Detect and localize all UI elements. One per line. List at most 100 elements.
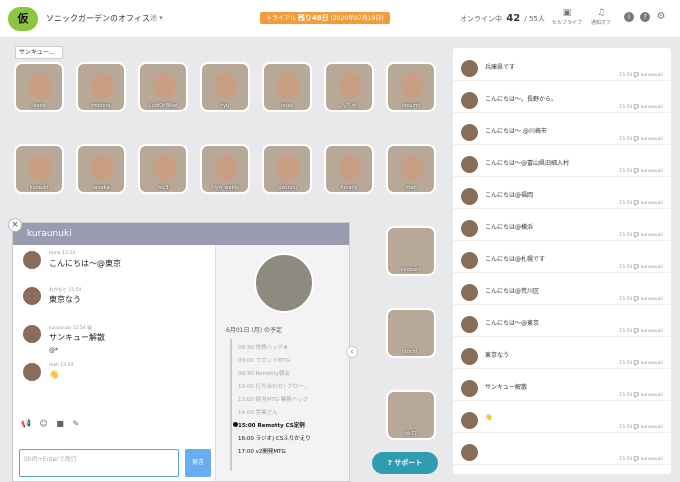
member-tile[interactable]: modera [76,62,126,112]
table-row[interactable]: こんにちは@横浜 15:54 💬 kuraunuki [453,216,671,241]
send-button[interactable]: 発言 [185,449,211,477]
schedule-item[interactable]: 09:30 Remotty朝会 [238,369,290,377]
chevron-left-icon[interactable]: ‹ [346,346,358,358]
table-row[interactable]: こんにちは@荒川区 15:54 💬 kuraunuki [453,280,671,305]
member-name: kurauki [29,185,49,191]
megaphone-icon[interactable]: 📢 [21,419,31,428]
current-dot-icon [233,422,238,427]
member-tile[interactable]: LudiOrWise [138,62,188,112]
video-icon[interactable]: ■ [56,419,64,428]
chat-text: こんにちは〜 @川崎市 [485,128,547,135]
avatar [29,73,51,99]
attach-icon[interactable]: ✎ [73,419,80,428]
info-icon[interactable]: i [624,12,634,22]
avatar [461,92,478,109]
member-name: hiyo_wakki [211,185,239,191]
message-text: こんにちは〜@東京 [49,259,121,268]
schedule-item[interactable]: 08:30 常務ハック★ [238,343,288,351]
table-row[interactable]: こんにちは〜@東京 15:54 💬 kuraunuki [453,312,671,337]
schedule-item[interactable]: 14:00 営業さん [238,408,278,416]
avatar [23,251,41,269]
member-name: tanaka [92,185,110,191]
member-tile[interactable]: tetsu [262,62,312,112]
member-name: tetsu [280,103,294,109]
member-tile[interactable]: kurauki [14,144,64,194]
schedule-item[interactable]: 17:00 v2開発MTG [238,447,286,455]
chat-meta: 15:54 💬 kuraunuki [619,297,663,302]
member-tile[interactable]: sinotaro [386,226,436,276]
member-tile[interactable]: mc3 [138,144,188,194]
room-toolbar: 📢 ☺ ■ ✎ [21,419,85,428]
avatar [461,348,478,365]
schedule-item[interactable]: 09:00 フロントMTG [238,356,290,364]
member-tile[interactable]: tanaka [76,144,126,194]
member-name: mah [405,185,417,191]
member-tile[interactable]: hiyo_wakki [200,144,250,194]
table-row[interactable]: 東京なう 15:54 💬 kuraunuki [453,344,671,369]
notify-off-label: 通知オフ [590,20,611,26]
member-tile[interactable]: しんちゃん [324,62,374,112]
table-row[interactable]: 兵庫県です 15:54 💬 kuraunuki [453,56,671,81]
member-name: modera [91,103,111,109]
table-row[interactable]: こんにちは〜。長野から。 15:54 💬 kuraunuki [453,88,671,113]
member-name: tochi [404,349,418,355]
chat-text: 東京なう [485,352,510,359]
schedule-item[interactable]: 13:00 経営MTG 業務ハック [238,395,308,403]
avatar [401,155,423,181]
message-input[interactable]: Shift+Enterで改行 [19,449,179,477]
member-tile[interactable]: dk77 [386,390,436,440]
avatar [91,73,113,99]
trial-remaining: 残り48日 [297,14,329,22]
schedule-title: 打ち合わせ) グロー... [255,384,309,390]
member-tile[interactable]: yukinou [262,144,312,194]
member-tile[interactable]: funady [324,144,374,194]
room-title: kuraunuki [13,223,349,245]
table-row[interactable]: こんにちは〜@富山県旧細入村 15:54 💬 kuraunuki [453,152,671,177]
notify-off-button[interactable]: ♫ 通知オフ [586,8,616,26]
member-tile[interactable]: tochi [386,308,436,358]
avatar [153,155,175,181]
table-row[interactable]: こんにちは@福岡 15:54 💬 kuraunuki [453,184,671,209]
table-row[interactable]: サンキュー解散 15:54 💬 kuraunuki [453,376,671,401]
close-icon[interactable]: × [8,218,22,232]
schedule-item[interactable]: 16:00 ラジオ) CSふりかえり [238,434,311,442]
chat-meta: 15:54 💬 kuraunuki [619,201,663,206]
avatar [277,73,299,99]
chat-text: サンキュー解散 [485,384,528,391]
support-button[interactable]: ? サポート [372,452,438,474]
avatar [153,73,175,99]
table-row[interactable]: 15:54 💬 kuraunuki [453,440,671,465]
schedule-item[interactable]: 15:00 Remotty CS定例 [233,421,305,429]
table-row[interactable]: こんにちは〜 @川崎市 15:54 💬 kuraunuki [453,120,671,145]
office-title[interactable]: ソニックガーデンのオフィス [46,13,150,24]
chat-meta: 15:54 💬 kuraunuki [619,361,663,366]
avatar [461,156,478,173]
chat-meta: 15:54 💬 kuraunuki [619,265,663,270]
schedule-item[interactable]: 10:00 打ち合わせ) グロー... [238,382,309,390]
profile-pane: 6月01日 (月) の予定 08:30 常務ハック★ 09:00 フロントMTG 0… [215,245,349,481]
schedule-time: 10:00 [238,384,254,390]
avatar [461,124,478,141]
message-text: 東京なう [49,295,81,304]
app-header: 仮 ソニックガーデンのオフィス 池 ▾ トライアル 残り48日 (2020年07… [0,0,680,38]
chat-text: こんにちは〜@富山県旧細入村 [485,160,570,167]
logo[interactable]: 仮 [8,7,38,31]
user-dropdown[interactable]: 池 ▾ [150,13,163,23]
member-tile[interactable]: ryu [200,62,250,112]
help-icon[interactable]: ? [640,12,650,22]
self-live-button[interactable]: ▣ セルフライブ [552,8,582,26]
avatar [461,380,478,397]
table-row[interactable]: こんにちは@札幌です 15:54 💬 kuraunuki [453,248,671,273]
schedule-time: 08:30 [238,345,254,351]
emoji-icon[interactable]: ☺ [40,419,48,428]
schedule-time: 09:30 [238,371,254,377]
table-row[interactable]: 👋 15:54 💬 kuraunuki [453,408,671,433]
member-tile[interactable]: ikeda [14,62,64,112]
schedule-title: ラジオ) CSふりかえり [255,436,311,442]
message-meta: おかもと 15:54 [49,288,82,293]
member-tile[interactable]: hosumi [386,62,436,112]
member-tile[interactable]: mah [386,144,436,194]
avatar [215,73,237,99]
gear-icon[interactable]: ⚙ [656,12,666,22]
member-name: mc3 [157,185,169,191]
